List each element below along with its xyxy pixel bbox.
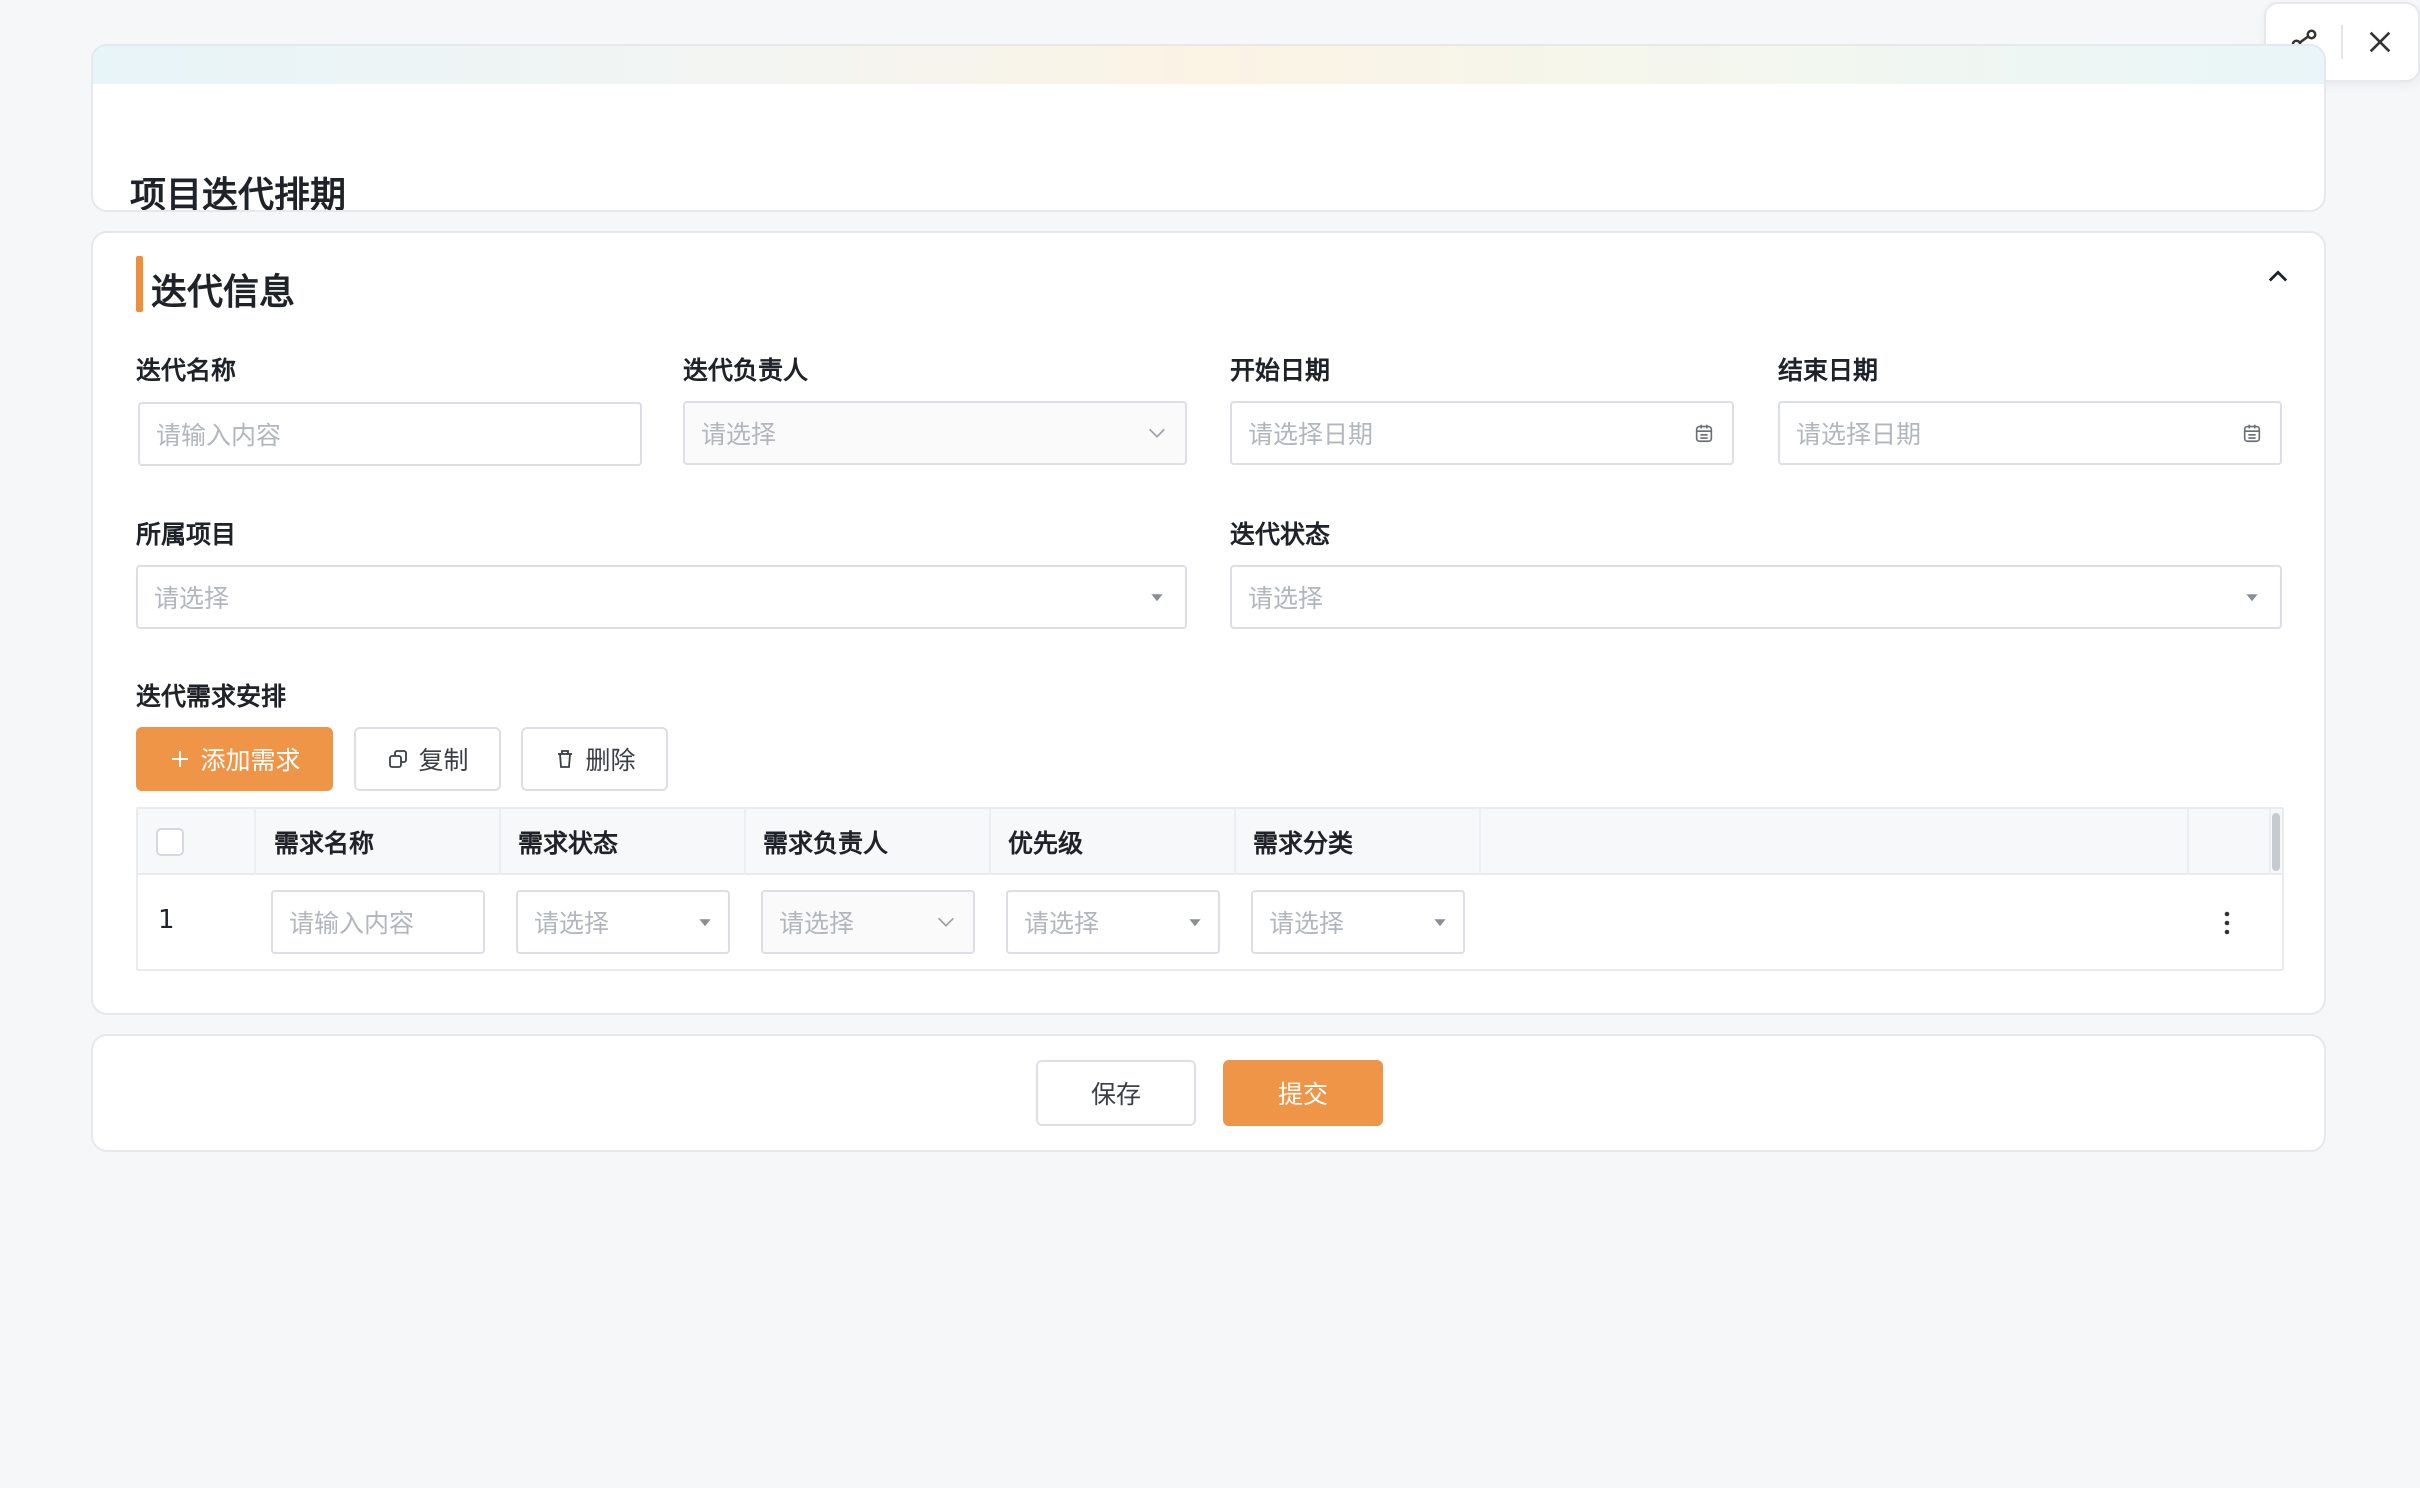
caret-down-icon bbox=[2240, 585, 2264, 609]
section-title: 迭代信息 bbox=[151, 272, 296, 313]
chevron-up-icon bbox=[2268, 270, 2288, 282]
owner-label: 迭代负责人 bbox=[683, 356, 809, 385]
delete-button[interactable]: 删除 bbox=[521, 727, 668, 791]
start-date-label: 开始日期 bbox=[1230, 356, 1331, 385]
add-requirement-label: 添加需求 bbox=[200, 746, 301, 775]
caret-down-icon bbox=[1434, 919, 1446, 927]
row-index: 1 bbox=[158, 905, 175, 935]
project-label: 所属项目 bbox=[136, 520, 237, 549]
project-placeholder: 请选择 bbox=[154, 584, 230, 613]
status-placeholder: 请选择 bbox=[1248, 584, 1324, 613]
plus-icon bbox=[172, 751, 189, 767]
more-vertical-icon bbox=[2224, 911, 2230, 935]
start-date-picker[interactable]: 请选择日期 bbox=[1230, 401, 1734, 465]
submit-label: 提交 bbox=[1277, 1080, 1328, 1109]
iteration-name-input[interactable]: 请输入内容 bbox=[138, 402, 642, 466]
collapse-button[interactable] bbox=[2256, 255, 2300, 299]
requirement-category-placeholder: 请选择 bbox=[1269, 909, 1345, 938]
end-date-label: 结束日期 bbox=[1778, 356, 1879, 385]
requirement-priority-select[interactable]: 请选择 bbox=[1006, 890, 1220, 954]
table-header: 需求名称 需求状态 需求负责人 优先级 需求分类 bbox=[138, 809, 2282, 875]
trash-icon bbox=[558, 750, 573, 768]
column-header: 需求负责人 bbox=[763, 829, 889, 858]
chevron-down-icon bbox=[938, 917, 954, 927]
caret-down-icon bbox=[1189, 919, 1201, 927]
status-select[interactable]: 请选择 bbox=[1230, 565, 2282, 629]
copy-label: 复制 bbox=[418, 746, 469, 775]
page-title: 项目迭代排期 bbox=[130, 175, 347, 212]
calendar-icon bbox=[1692, 421, 1716, 445]
header-gradient bbox=[93, 46, 2324, 84]
column-header: 需求名称 bbox=[274, 829, 375, 858]
save-label: 保存 bbox=[1090, 1080, 1141, 1109]
iteration-info-section: 迭代信息 迭代名称 迭代负责人 开始日期 结束日期 请输入内容 请选择 请选择日… bbox=[91, 231, 2326, 1015]
requirements-table: 需求名称 需求状态 需求负责人 优先级 需求分类 1 请输入内容 请选择 请选择 bbox=[136, 807, 2284, 971]
delete-label: 删除 bbox=[585, 746, 636, 775]
requirement-name-input[interactable]: 请输入内容 bbox=[271, 890, 485, 954]
section-accent-bar bbox=[136, 256, 143, 312]
iteration-name-label: 迭代名称 bbox=[136, 356, 237, 385]
requirement-status-placeholder: 请选择 bbox=[534, 909, 610, 938]
requirement-category-select[interactable]: 请选择 bbox=[1251, 890, 1465, 954]
table-scrollbar[interactable] bbox=[2272, 813, 2280, 871]
iteration-name-placeholder: 请输入内容 bbox=[156, 421, 282, 450]
close-button[interactable] bbox=[2343, 4, 2418, 80]
copy-button[interactable]: 复制 bbox=[354, 727, 501, 791]
end-date-picker[interactable]: 请选择日期 bbox=[1778, 401, 2282, 465]
calendar-icon bbox=[2240, 421, 2264, 445]
caret-down-icon bbox=[699, 919, 711, 927]
requirement-priority-placeholder: 请选择 bbox=[1024, 909, 1100, 938]
requirement-name-placeholder: 请输入内容 bbox=[289, 909, 415, 938]
start-date-placeholder: 请选择日期 bbox=[1248, 420, 1374, 449]
end-date-placeholder: 请选择日期 bbox=[1796, 420, 1922, 449]
select-all-checkbox[interactable] bbox=[156, 828, 184, 856]
caret-down-icon bbox=[1145, 585, 1169, 609]
submit-button[interactable]: 提交 bbox=[1223, 1060, 1383, 1126]
project-select[interactable]: 请选择 bbox=[136, 565, 1187, 629]
page-header: 项目迭代排期 bbox=[91, 44, 2326, 212]
column-header: 需求状态 bbox=[518, 829, 619, 858]
requirement-owner-select[interactable]: 请选择 bbox=[761, 890, 975, 954]
requirement-status-select[interactable]: 请选择 bbox=[516, 890, 730, 954]
row-more-button[interactable] bbox=[2209, 905, 2245, 941]
add-requirement-button[interactable]: 添加需求 bbox=[136, 727, 333, 791]
requirement-owner-placeholder: 请选择 bbox=[779, 909, 855, 938]
table-row: 1 请输入内容 请选择 请选择 请选择 请选择 bbox=[138, 875, 2282, 969]
owner-placeholder: 请选择 bbox=[701, 420, 777, 449]
close-icon bbox=[2370, 31, 2391, 53]
owner-select[interactable]: 请选择 bbox=[683, 401, 1187, 465]
column-header: 优先级 bbox=[1008, 829, 1084, 858]
column-header: 需求分类 bbox=[1253, 829, 1354, 858]
form-footer: 保存 提交 bbox=[91, 1034, 2326, 1152]
copy-icon bbox=[389, 750, 408, 768]
status-label: 迭代状态 bbox=[1230, 520, 1331, 549]
save-button[interactable]: 保存 bbox=[1036, 1060, 1196, 1126]
chevron-down-icon bbox=[1145, 421, 1169, 445]
requirements-label: 迭代需求安排 bbox=[136, 682, 287, 711]
